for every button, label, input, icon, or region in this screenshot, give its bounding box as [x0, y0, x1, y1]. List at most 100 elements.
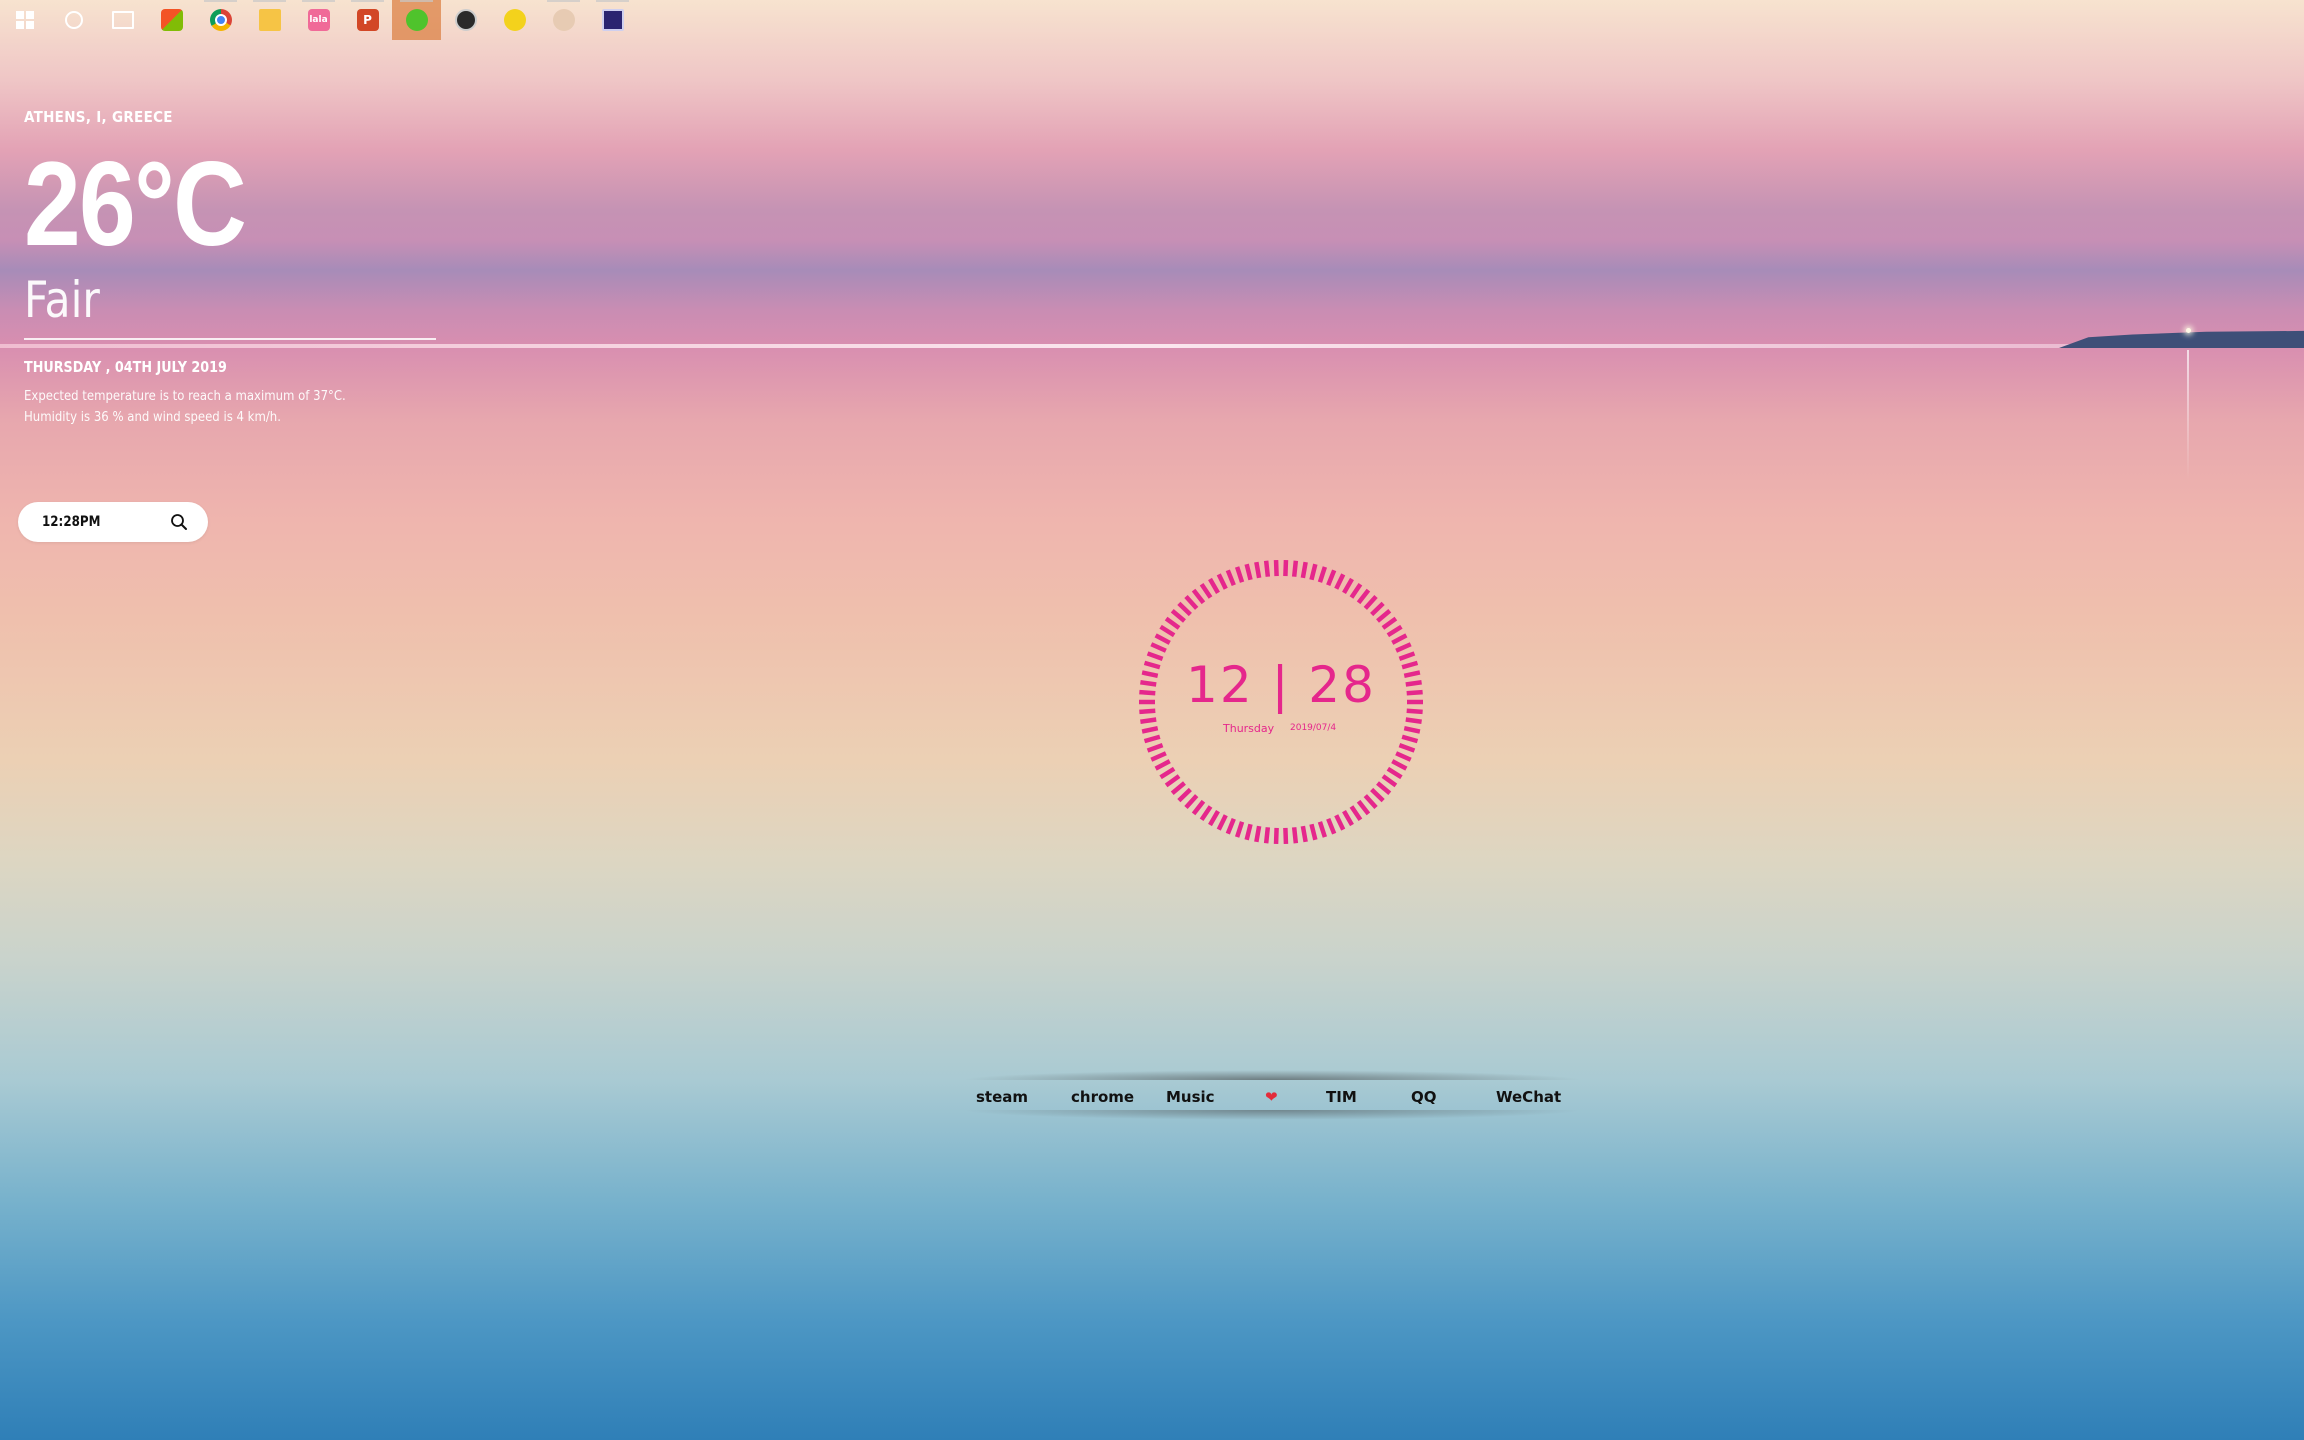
- clock-tick: [1154, 759, 1171, 771]
- dock-item-chrome[interactable]: chrome: [1071, 1088, 1134, 1106]
- wechat-icon[interactable]: [392, 0, 441, 40]
- clock-tick: [1356, 799, 1371, 816]
- cortana-icon[interactable]: [49, 0, 98, 40]
- dock-shadow-top: [960, 1070, 1584, 1080]
- dock-item-tim[interactable]: TIM: [1326, 1088, 1357, 1106]
- clock-tick: [1381, 774, 1398, 788]
- clock-tick: [1334, 814, 1346, 831]
- clock-tick: [1170, 781, 1186, 795]
- powerpoint-icon[interactable]: P: [343, 0, 392, 40]
- clock-tick: [1177, 601, 1192, 617]
- weather-widget: ATHENS, I, GREECE 26°C Fair THURSDAY , 0…: [24, 108, 436, 428]
- clock-tick: [1363, 594, 1378, 610]
- clock-tick: [1386, 624, 1403, 638]
- lighthouse-light: [2186, 328, 2191, 333]
- obs-icon[interactable]: [441, 0, 490, 40]
- clock-tick: [1398, 742, 1416, 753]
- search-input[interactable]: 12:28PM: [18, 502, 208, 542]
- taskbar: lala P: [0, 0, 637, 40]
- task-view-icon[interactable]: [98, 0, 147, 40]
- clock-tick: [1405, 717, 1422, 724]
- heart-icon[interactable]: ❤: [1265, 1088, 1278, 1106]
- clock-tick: [1403, 725, 1421, 734]
- store-icon[interactable]: [147, 0, 196, 40]
- clock-tick: [1291, 827, 1299, 844]
- weather-date: THURSDAY , 04TH JULY 2019: [24, 358, 227, 376]
- clock-tick: [1159, 766, 1176, 780]
- clock-tick: [1146, 742, 1164, 753]
- weather-location: ATHENS, I, GREECE: [24, 108, 173, 126]
- clock-tick: [1273, 827, 1279, 844]
- clock-day: Thursday: [1223, 722, 1275, 735]
- avatar-app-icon[interactable]: [539, 0, 588, 40]
- clock-tick: [1349, 805, 1363, 821]
- clock-tick: [1154, 633, 1171, 645]
- dock-shadow-bottom: [960, 1110, 1584, 1120]
- clock-tick: [1225, 817, 1236, 835]
- clock-tick: [1184, 794, 1199, 810]
- clock-time: 12 | 28: [1186, 656, 1376, 714]
- clock-widget: 12 | 28 Thursday 2019/07/4: [1135, 556, 1427, 848]
- file-explorer-icon[interactable]: [245, 0, 294, 40]
- clock-tick: [1263, 827, 1271, 844]
- weather-description: Expected temperature is to reach a maxim…: [24, 386, 395, 428]
- clock-tick: [1342, 577, 1354, 595]
- clock-tick: [1283, 827, 1289, 844]
- clock-tick: [1391, 633, 1408, 645]
- clock-tick: [1342, 809, 1354, 827]
- clock-tick: [1263, 560, 1271, 577]
- clock-tick: [1395, 642, 1412, 653]
- clock-tick: [1300, 825, 1308, 843]
- clock-tick: [1159, 624, 1176, 638]
- clock-tick: [1395, 751, 1412, 762]
- visual-studio-icon[interactable]: [588, 0, 637, 40]
- clock-tick: [1300, 561, 1308, 579]
- clock-tick: [1356, 588, 1371, 605]
- clock-tick: [1244, 823, 1253, 841]
- search-icon[interactable]: [164, 507, 194, 537]
- clock-tick: [1177, 787, 1192, 803]
- clock-tick: [1254, 561, 1262, 579]
- clock-tick: [1191, 799, 1206, 816]
- clock-tick: [1244, 563, 1253, 581]
- dock-item-wechat[interactable]: WeChat: [1496, 1088, 1561, 1106]
- clock-tick: [1234, 566, 1245, 583]
- clock-tick: [1391, 759, 1408, 771]
- clock-tick: [1376, 781, 1392, 795]
- clock-tick: [1381, 616, 1398, 630]
- clock-tick: [1370, 787, 1385, 803]
- clock-tick: [1326, 569, 1337, 587]
- clock-tick: [1349, 583, 1363, 599]
- clock-tick: [1254, 825, 1262, 843]
- search-input-value: 12:28PM: [42, 514, 101, 530]
- dock-item-music[interactable]: Music: [1166, 1088, 1215, 1106]
- clock-tick: [1401, 734, 1419, 744]
- light-reflection: [2187, 350, 2189, 480]
- clock-tick: [1164, 774, 1181, 788]
- clock-tick: [1309, 563, 1318, 581]
- clock-tick: [1216, 573, 1228, 590]
- xing-app-icon[interactable]: [490, 0, 539, 40]
- clock-tick: [1208, 809, 1220, 827]
- clock-tick: [1317, 821, 1328, 838]
- dock-item-qq[interactable]: QQ: [1411, 1088, 1437, 1106]
- lala-app-icon[interactable]: lala: [294, 0, 343, 40]
- weather-description-line2: Humidity is 36 % and wind speed is 4 km/…: [24, 410, 281, 425]
- clock-tick: [1309, 823, 1318, 841]
- clock-tick: [1363, 794, 1378, 810]
- clock-tick: [1199, 805, 1213, 821]
- clock-tick: [1143, 734, 1161, 744]
- clock-tick: [1334, 573, 1346, 590]
- clock-tick: [1199, 583, 1213, 599]
- clock-tick: [1140, 717, 1157, 724]
- app-dock: steam chrome Music ❤ TIM QQ WeChat: [950, 1070, 1594, 1120]
- chrome-icon[interactable]: [196, 0, 245, 40]
- clock-tick: [1225, 569, 1236, 587]
- windows-start-icon[interactable]: [0, 0, 49, 40]
- clock-date: 2019/07/4: [1290, 723, 1337, 733]
- clock-tick: [1208, 577, 1220, 595]
- clock-tick: [1376, 609, 1392, 623]
- weather-temperature: 26°C: [24, 137, 247, 271]
- weather-divider: [24, 338, 436, 340]
- dock-item-steam[interactable]: steam: [976, 1088, 1028, 1106]
